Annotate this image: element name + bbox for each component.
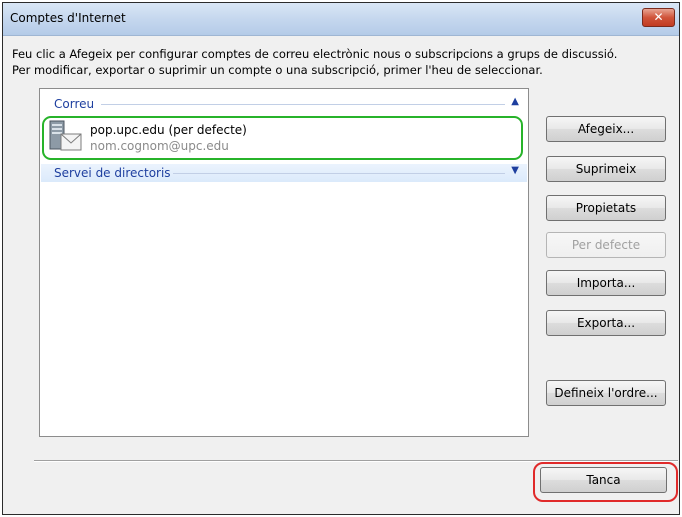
window-title: Comptes d'Internet [10, 11, 126, 25]
chevron-up-icon[interactable]: ▲ [511, 96, 519, 107]
close-highlight [533, 462, 678, 502]
chevron-down-icon[interactable]: ▼ [511, 165, 519, 176]
account-highlight [42, 116, 523, 160]
group-header-directory[interactable]: Servei de directoris ▼ [41, 164, 527, 182]
description-line-2: Per modificar, exportar o suprimir un co… [12, 63, 543, 77]
add-button[interactable]: Afegeix... [546, 116, 666, 142]
properties-button[interactable]: Propietats [546, 195, 666, 221]
group-divider [101, 104, 505, 105]
set-default-button[interactable]: Per defecte [546, 232, 666, 258]
window-close-button[interactable]: ✕ [642, 8, 675, 27]
export-button[interactable]: Exporta... [546, 310, 666, 336]
remove-button[interactable]: Suprimeix [546, 156, 666, 182]
group-header-mail[interactable]: Correu ▲ [41, 95, 527, 113]
title-bar[interactable]: Comptes d'Internet ✕ [3, 3, 679, 36]
group-label-mail: Correu [54, 97, 99, 111]
set-order-button[interactable]: Defineix l'ordre... [546, 380, 666, 406]
import-button[interactable]: Importa... [546, 270, 666, 296]
description-text: Feu clic a Afegeix per configurar compte… [12, 46, 677, 78]
group-divider [173, 173, 505, 174]
description-line-1: Feu clic a Afegeix per configurar compte… [12, 47, 618, 61]
group-label-directory: Servei de directoris [54, 166, 171, 180]
